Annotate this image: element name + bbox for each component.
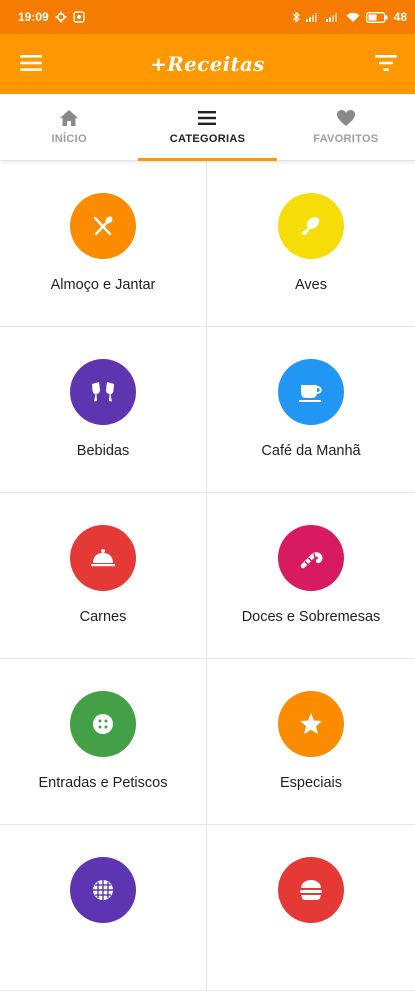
drumstick-icon (278, 193, 344, 259)
home-icon (60, 110, 79, 126)
category-label: Doces e Sobremesas (241, 609, 381, 625)
burger-icon (278, 857, 344, 923)
list-icon (198, 111, 217, 125)
category-carnes[interactable]: Carnes (0, 493, 207, 659)
category-label: Carnes (79, 609, 127, 625)
hamburger-menu-icon (20, 55, 42, 71)
star-icon (278, 691, 344, 757)
category-doces-sobremesas[interactable]: Doces e Sobremesas (207, 493, 415, 659)
filter-icon (375, 55, 397, 71)
tab-bar: INÍCIO CATEGORIAS FAVORITOS (0, 94, 415, 161)
menu-button[interactable] (20, 54, 42, 72)
category-especiais[interactable]: Especiais (207, 659, 415, 825)
cloche-icon (70, 525, 136, 591)
category-label: Bebidas (76, 443, 130, 459)
battery-icon (365, 11, 388, 23)
category-cafe-da-manha[interactable]: Café da Manhã (207, 327, 415, 493)
coffee-cup-icon (278, 359, 344, 425)
tab-label: FAVORITOS (313, 133, 379, 145)
bluetooth-icon (292, 11, 300, 23)
category-aves[interactable]: Aves (207, 161, 415, 327)
category-bebidas[interactable]: Bebidas (0, 327, 207, 493)
notification-app-icon (73, 11, 85, 23)
heart-icon (336, 110, 355, 126)
settings-icon (55, 11, 67, 23)
signal-icon-2 (325, 12, 340, 22)
tab-label: INÍCIO (51, 133, 87, 145)
category-almoco-jantar[interactable]: Almoço e Jantar (0, 161, 207, 327)
toast-glasses-icon (70, 359, 136, 425)
status-time: 19:09 (18, 10, 49, 24)
category-item-10[interactable] (207, 825, 415, 991)
filter-button[interactable] (375, 54, 397, 72)
cutlery-icon (70, 193, 136, 259)
waffle-icon (70, 857, 136, 923)
signal-icon (305, 12, 320, 22)
candy-cane-icon (278, 525, 344, 591)
battery-level: 48 (393, 10, 407, 24)
category-label: Entradas e Petiscos (38, 775, 168, 791)
tab-label: CATEGORIAS (169, 133, 246, 145)
app-title: +Receitas (150, 52, 265, 76)
app-bar: +Receitas (0, 34, 415, 94)
category-label: Café da Manhã (261, 443, 361, 459)
category-entradas-petiscos[interactable]: Entradas e Petiscos (0, 659, 207, 825)
wifi-icon (346, 12, 360, 23)
category-label: Almoço e Jantar (50, 277, 156, 293)
category-item-9[interactable] (0, 825, 207, 991)
tab-categorias[interactable]: CATEGORIAS (138, 94, 277, 161)
tab-favoritos[interactable]: FAVORITOS (277, 94, 415, 160)
category-label: Especiais (279, 775, 343, 791)
tab-inicio[interactable]: INÍCIO (0, 94, 138, 160)
cookie-icon (70, 691, 136, 757)
category-label: Aves (295, 277, 327, 293)
status-bar: 19:09 48 (0, 0, 415, 34)
